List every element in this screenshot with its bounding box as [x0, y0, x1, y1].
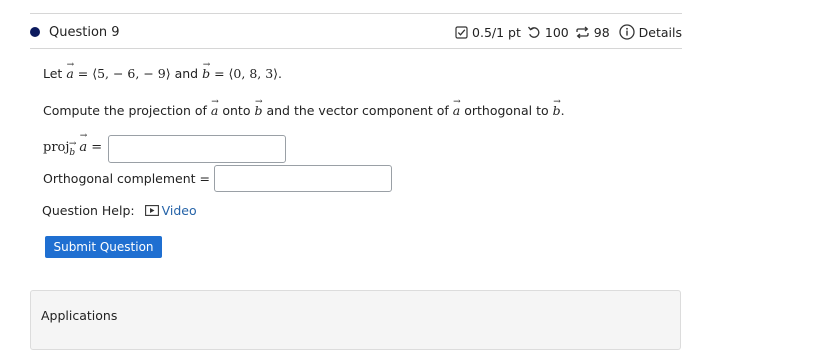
projection-label: projb a =: [43, 140, 102, 158]
video-label: Video: [161, 203, 197, 218]
intro-and: and: [174, 66, 199, 81]
task-part2: onto: [222, 103, 251, 118]
applications-panel[interactable]: Applications: [30, 290, 681, 350]
details-label: Details: [638, 24, 682, 40]
info-icon: [619, 24, 635, 40]
undo-icon: [527, 26, 540, 38]
question-help: Question Help: Video: [42, 203, 197, 218]
question-header: Question 9 0.5/1 pt 100 98 Details: [30, 20, 682, 44]
submit-question-button[interactable]: Submit Question: [45, 236, 162, 258]
applications-label: Applications: [41, 308, 118, 323]
question-help-label: Question Help:: [42, 203, 135, 218]
projection-row: projb a =: [43, 135, 287, 163]
attempts-text: 100: [544, 24, 569, 40]
projection-input[interactable]: [108, 135, 287, 163]
score-text: 0.5/1 pt: [472, 24, 521, 40]
question-title: Question 9: [49, 24, 120, 40]
vector-b-value: ⟨0, 8, 3⟩.: [228, 66, 283, 81]
attempts-indicator: 100: [527, 25, 569, 40]
question-meta: 0.5/1 pt 100 98 Details: [449, 24, 682, 40]
retries-text: 98: [593, 24, 610, 40]
task-part4: orthogonal to: [464, 103, 549, 118]
video-icon: [144, 205, 159, 216]
question-bullet-icon: [30, 27, 40, 37]
checkbox-icon: [455, 25, 468, 39]
intro-let: Let: [43, 66, 63, 81]
task-part1: Compute the projection of: [43, 103, 207, 118]
video-link[interactable]: Video: [144, 203, 197, 218]
task-statement: Compute the projection of a onto b and t…: [43, 101, 565, 121]
orthogonal-input[interactable]: [214, 165, 392, 192]
details-button[interactable]: Details: [619, 24, 682, 40]
retries-indicator: 98: [575, 25, 610, 40]
top-divider: [30, 13, 682, 14]
question-title-group: Question 9: [30, 25, 120, 40]
header-divider: [30, 48, 682, 49]
vector-b-def: b = ⟨0, 8, 3⟩.: [202, 66, 282, 81]
task-part3: and the vector component of: [266, 103, 449, 118]
vector-definitions: Let a = ⟨5, − 6, − 9⟩ and b = ⟨0, 8, 3⟩.: [43, 64, 282, 84]
vector-a-def: a = ⟨5, − 6, − 9⟩: [66, 66, 170, 81]
score-indicator: 0.5/1 pt: [455, 25, 521, 40]
retry-icon: [576, 26, 589, 38]
vector-a-value: ⟨5, − 6, − 9⟩: [92, 66, 171, 81]
orthogonal-label: Orthogonal complement =: [43, 171, 210, 186]
orthogonal-row: Orthogonal complement =: [43, 165, 392, 192]
